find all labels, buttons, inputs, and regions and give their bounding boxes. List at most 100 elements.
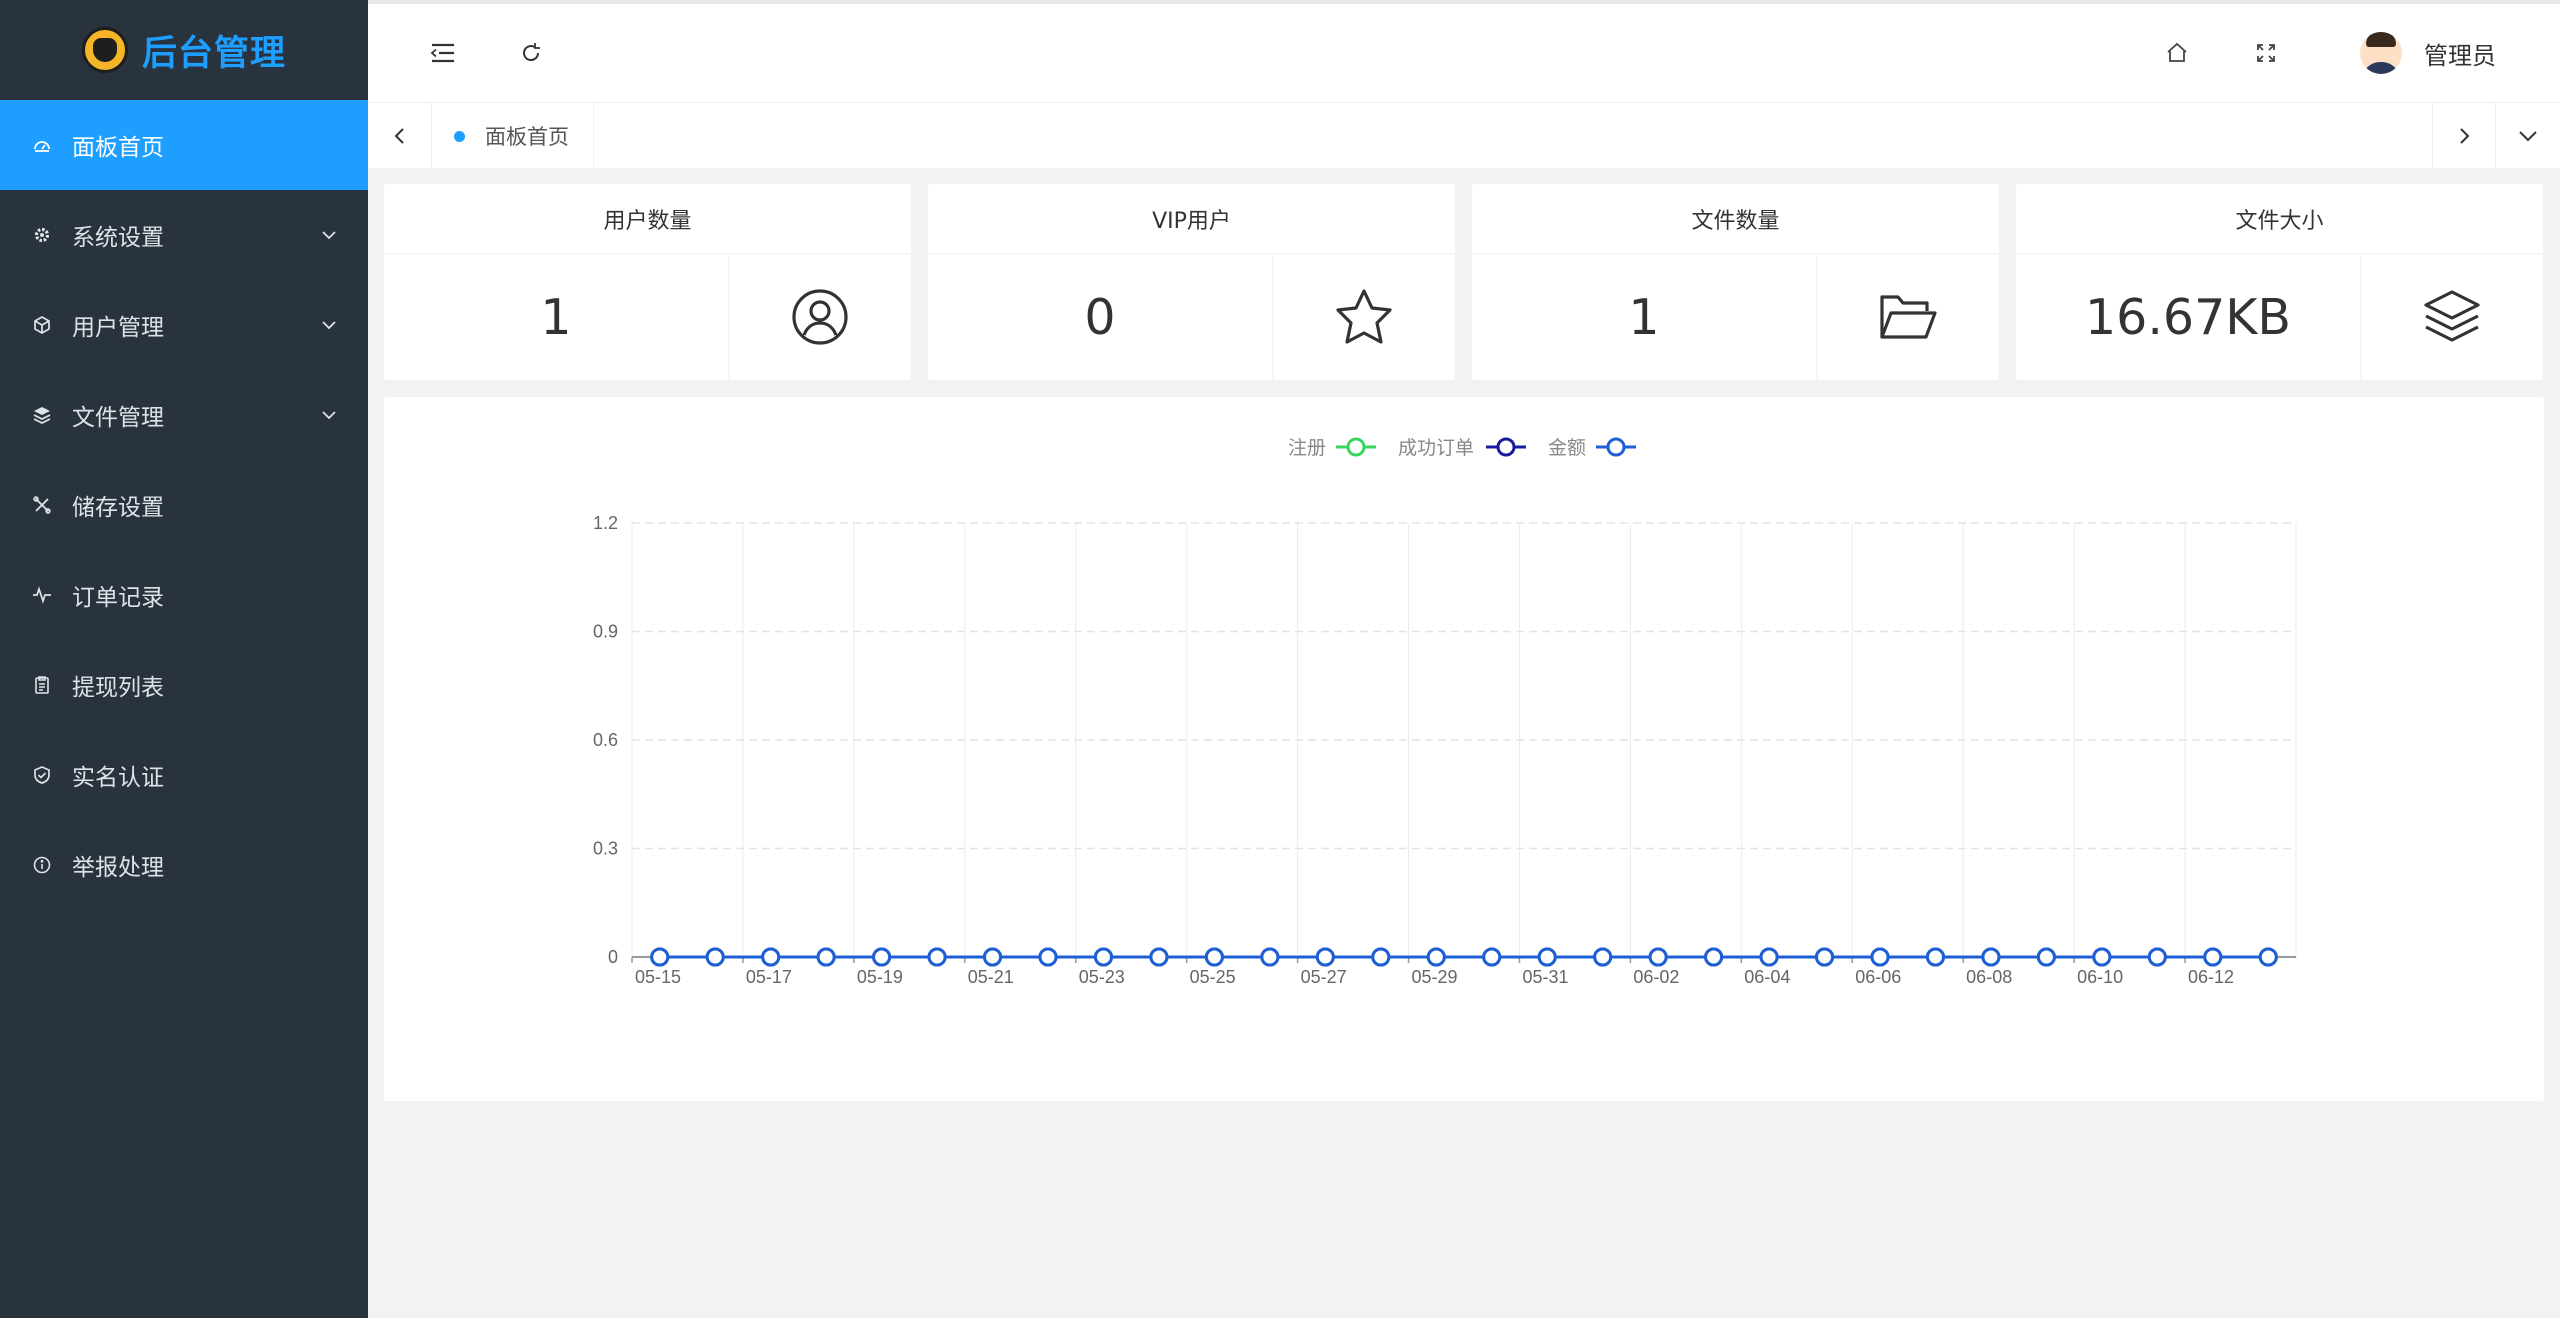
stat-card-title: 文件大小 bbox=[2016, 184, 2543, 254]
data-point bbox=[2147, 947, 2167, 967]
data-point bbox=[1648, 947, 1668, 967]
home-button[interactable] bbox=[2158, 34, 2196, 72]
folder-open-icon bbox=[1880, 295, 1937, 339]
top-header: 管理员 bbox=[368, 0, 2560, 102]
y-tick-label: 0.9 bbox=[593, 622, 618, 642]
data-point bbox=[1371, 947, 1391, 967]
stat-card-vip: VIP用户 0 bbox=[928, 184, 1455, 380]
x-tick-label: 05-19 bbox=[857, 967, 903, 987]
data-point bbox=[1315, 947, 1335, 967]
x-tick-label: 06-02 bbox=[1633, 967, 1679, 987]
chevron-right-icon bbox=[2460, 128, 2470, 144]
sidebar-item-system-settings[interactable]: 系统设置 bbox=[0, 190, 368, 280]
active-dot-icon bbox=[454, 130, 465, 142]
data-point bbox=[1537, 947, 1557, 967]
data-point bbox=[1204, 947, 1224, 967]
chevron-down-icon bbox=[322, 411, 336, 420]
data-point bbox=[1482, 947, 1502, 967]
data-point bbox=[872, 947, 892, 967]
sidebar-item-user-management[interactable]: 用户管理 bbox=[0, 280, 368, 370]
x-tick-label: 06-06 bbox=[1855, 967, 1901, 987]
data-point bbox=[1870, 947, 1890, 967]
sidebar-item-file-management[interactable]: 文件管理 bbox=[0, 370, 368, 460]
tab-scroll-left-button[interactable] bbox=[368, 103, 432, 169]
x-tick-label: 05-21 bbox=[968, 967, 1014, 987]
stat-card-value: 1 bbox=[384, 254, 729, 380]
legend-label: 注册 bbox=[1288, 437, 1326, 459]
legend-swatch-marker bbox=[1346, 437, 1366, 457]
data-point bbox=[761, 947, 781, 967]
menu-toggle-button[interactable] bbox=[424, 34, 462, 72]
x-tick-label: 05-31 bbox=[1522, 967, 1568, 987]
data-point bbox=[1038, 947, 1058, 967]
y-tick-label: 1.2 bbox=[593, 513, 618, 533]
stat-card-users: 用户数量 1 bbox=[384, 184, 911, 380]
logo-icon bbox=[81, 27, 128, 73]
x-tick-label: 06-12 bbox=[2188, 967, 2234, 987]
tab-dashboard[interactable]: 面板首页 bbox=[432, 103, 594, 169]
stat-card-title: 用户数量 bbox=[384, 184, 911, 254]
legend-swatch-marker bbox=[1496, 437, 1516, 457]
legend-label: 金额 bbox=[1548, 437, 1586, 459]
stat-card-value: 16.67KB bbox=[2016, 254, 2361, 380]
data-point bbox=[1260, 947, 1280, 967]
sidebar: 后台管理 面板首页 系统设置 用户管理 文件管理 储存设置 订单记录 提现列表 … bbox=[0, 0, 368, 1318]
data-point bbox=[2036, 947, 2056, 967]
refresh-button[interactable] bbox=[512, 34, 550, 72]
fullscreen-button[interactable] bbox=[2247, 34, 2285, 72]
chevron-down-icon bbox=[2519, 131, 2537, 142]
data-point bbox=[1704, 947, 1724, 967]
x-tick-label: 06-08 bbox=[1966, 967, 2012, 987]
sidebar-item-label: 文件管理 bbox=[72, 405, 164, 431]
gear-icon bbox=[32, 225, 52, 245]
avatar bbox=[2360, 32, 2402, 74]
layers-icon bbox=[2424, 290, 2480, 342]
data-point bbox=[2203, 947, 2223, 967]
sidebar-item-real-name-auth[interactable]: 实名认证 bbox=[0, 730, 368, 820]
chevron-down-icon bbox=[322, 231, 336, 240]
sidebar-item-label: 面板首页 bbox=[72, 135, 164, 161]
tab-label: 面板首页 bbox=[485, 125, 569, 149]
stat-card-title: 文件数量 bbox=[1472, 184, 1999, 254]
data-point bbox=[1981, 947, 2001, 967]
data-point bbox=[1759, 947, 1779, 967]
stat-card-files: 文件数量 1 bbox=[1472, 184, 1999, 380]
user-circle-icon bbox=[792, 289, 848, 345]
stats-cards: 用户数量 1 VIP用户 0 文件数量 1 文件大小 16.67KB bbox=[384, 184, 2544, 380]
x-tick-label: 06-10 bbox=[2077, 967, 2123, 987]
data-point bbox=[1815, 947, 1835, 967]
chevron-left-icon bbox=[394, 128, 404, 144]
user-menu[interactable]: 管理员 bbox=[2360, 32, 2496, 74]
data-point bbox=[927, 947, 947, 967]
data-point bbox=[983, 947, 1003, 967]
sidebar-item-dashboard[interactable]: 面板首页 bbox=[0, 100, 368, 190]
data-point bbox=[1925, 947, 1945, 967]
tab-scroll-right-button[interactable] bbox=[2432, 103, 2496, 169]
data-point bbox=[816, 947, 836, 967]
sidebar-item-storage-settings[interactable]: 储存设置 bbox=[0, 460, 368, 550]
sidebar-item-order-records[interactable]: 订单记录 bbox=[0, 550, 368, 640]
sidebar-item-report-handling[interactable]: 举报处理 bbox=[0, 820, 368, 910]
x-tick-label: 05-29 bbox=[1412, 967, 1458, 987]
stat-card-value: 1 bbox=[1472, 254, 1817, 380]
line-chart: 0 0.3 0.6 0.9 1.2 05-15 05-17 05-19 05-21 05-23 05… bbox=[593, 437, 2297, 987]
y-tick-label: 0.3 bbox=[593, 839, 618, 859]
tab-bar: 面板首页 bbox=[368, 102, 2560, 169]
stats-line-chart-panel: 0 0.3 0.6 0.9 1.2 05-15 05-17 05-19 05-21 05-23 05… bbox=[384, 397, 2544, 1101]
info-icon bbox=[32, 855, 52, 875]
data-point bbox=[1593, 947, 1613, 967]
stat-card-file-size: 文件大小 16.67KB bbox=[2016, 184, 2543, 380]
y-tick-label: 0 bbox=[608, 947, 618, 967]
user-name: 管理员 bbox=[2424, 41, 2496, 70]
data-point bbox=[705, 947, 725, 967]
home-icon bbox=[2167, 42, 2187, 62]
x-tick-label: 05-17 bbox=[746, 967, 792, 987]
stat-card-title: VIP用户 bbox=[928, 184, 1455, 254]
legend-label: 成功订单 bbox=[1398, 437, 1474, 459]
sidebar-item-withdrawal-list[interactable]: 提现列表 bbox=[0, 640, 368, 730]
app-logo[interactable]: 后台管理 bbox=[0, 0, 368, 100]
data-point bbox=[2258, 947, 2278, 967]
tab-options-button[interactable] bbox=[2496, 103, 2560, 169]
cube-icon bbox=[32, 315, 52, 335]
dashboard-icon bbox=[32, 135, 52, 155]
